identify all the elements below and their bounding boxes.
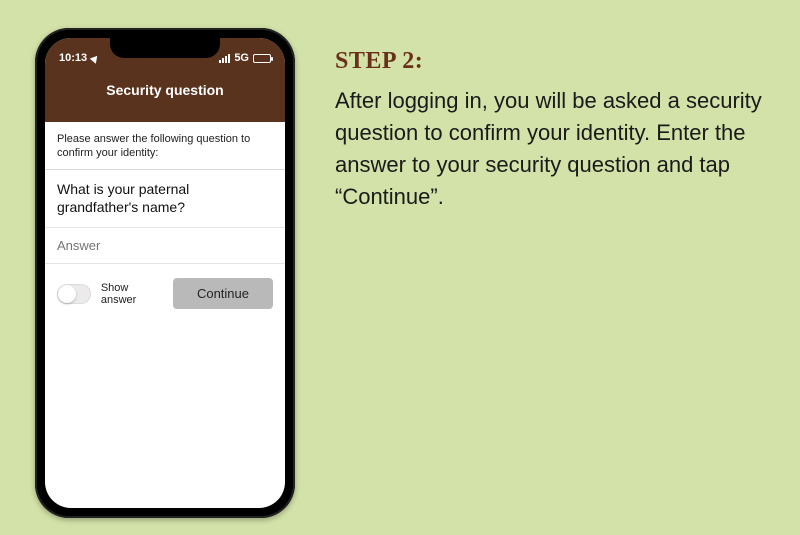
phone-screen: 10:13 5G Security question Please answer… <box>45 38 285 508</box>
answer-row <box>45 228 285 264</box>
phone-notch <box>110 38 220 58</box>
continue-button[interactable]: Continue <box>173 278 273 309</box>
network-label: 5G <box>234 52 249 64</box>
battery-icon <box>253 54 271 63</box>
answer-input[interactable] <box>45 228 285 263</box>
screen-title: Security question <box>45 68 285 98</box>
status-time: 10:13 <box>59 52 87 64</box>
step-title: STEP 2: <box>335 48 765 75</box>
toggle-knob <box>58 285 76 303</box>
status-right: 5G <box>219 52 271 64</box>
signal-bars-icon <box>219 53 230 63</box>
controls-row: Show answer Continue <box>45 264 285 323</box>
show-answer-label: Show answer <box>101 282 163 306</box>
phone-device-frame: 10:13 5G Security question Please answer… <box>35 28 295 518</box>
show-answer-toggle[interactable] <box>57 284 91 304</box>
instructions-panel: STEP 2: After logging in, you will be as… <box>335 48 765 213</box>
status-left: 10:13 <box>59 52 99 64</box>
step-body: After logging in, you will be asked a se… <box>335 85 765 213</box>
prompt-text: Please answer the following question to … <box>45 122 285 170</box>
location-arrow-icon <box>90 53 101 64</box>
security-question-text: What is your paternal grandfather's name… <box>45 170 285 229</box>
phone-body: Please answer the following question to … <box>45 122 285 323</box>
